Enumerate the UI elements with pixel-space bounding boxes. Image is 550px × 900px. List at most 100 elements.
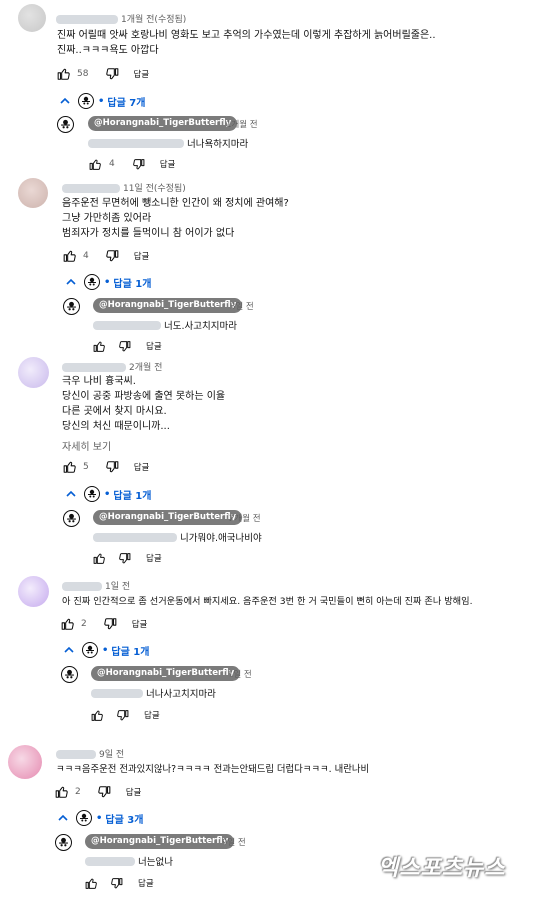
comment-line: ㅋㅋㅋ음주운전 전과있지않나?ㅋㅋㅋㅋ 전과는안돼드립 더럽다ㅋㅋㅋ. 내란나비: [56, 764, 370, 775]
replies-count-label: 답글 1개: [111, 646, 150, 658]
comment-line: 범죄자가 정치를 들먹이니 참 어이가 없다: [62, 228, 235, 239]
comment-time: 1개월 전(수정됨): [121, 15, 187, 25]
blurred-username: [56, 750, 96, 759]
reply-text: 니가뭐야.애국나비야: [93, 530, 262, 544]
like-icon[interactable]: [62, 460, 77, 475]
replies-toggle[interactable]: • 답글 3개: [58, 809, 143, 827]
chevron-up-icon: [64, 646, 74, 653]
like-icon[interactable]: [92, 551, 107, 566]
comment-line: 아 진짜 인간적으로 좀 선거운동에서 빠지세요. 음주운전 3번 한 거 국민…: [62, 596, 473, 607]
comment-actions: 4 답글: [62, 248, 149, 264]
creator-avatar[interactable]: [61, 666, 78, 683]
reply-button[interactable]: 답글: [134, 250, 150, 262]
like-count: 58: [77, 69, 89, 79]
avatar[interactable]: [18, 178, 48, 208]
avatar[interactable]: [18, 357, 49, 388]
chevron-up-icon: [66, 490, 76, 497]
reply-actions: 답글: [92, 338, 162, 354]
like-icon[interactable]: [54, 785, 69, 800]
creator-handle-badge[interactable]: @Horangnabi_TigerButterfly: [88, 116, 238, 131]
dislike-icon[interactable]: [115, 708, 130, 723]
like-icon[interactable]: [88, 157, 103, 172]
like-icon[interactable]: [56, 67, 71, 82]
creator-avatar[interactable]: [57, 116, 74, 133]
replies-count-label: 답글 1개: [113, 490, 152, 502]
reply-button[interactable]: 답글: [133, 68, 149, 80]
dislike-icon[interactable]: [109, 876, 124, 891]
reply-button[interactable]: 답글: [146, 552, 162, 564]
reply-button[interactable]: 답글: [132, 618, 148, 630]
reply-button[interactable]: 답글: [134, 461, 150, 473]
comment-time: 1일 전: [105, 582, 131, 592]
like-icon[interactable]: [84, 876, 99, 891]
dislike-icon[interactable]: [131, 157, 146, 172]
like-icon[interactable]: [60, 617, 75, 632]
reply-time: 9일 전: [222, 838, 246, 848]
comment-line: 당신이 공중 파방송에 출연 못하는 이율: [62, 391, 226, 402]
creator-avatar-icon: [84, 274, 100, 290]
reply-button[interactable]: 답글: [144, 709, 160, 721]
dislike-icon[interactable]: [104, 67, 119, 82]
avatar[interactable]: [18, 4, 46, 32]
replies-toggle[interactable]: • 답글 1개: [66, 273, 151, 291]
like-count: 5: [83, 462, 89, 472]
avatar[interactable]: [8, 745, 42, 779]
comment-meta: 2개월 전: [62, 360, 162, 373]
creator-avatar[interactable]: [63, 298, 80, 315]
reply-text: 너도.사고치지마라: [93, 318, 237, 332]
comment-actions: 58 답글: [56, 66, 149, 82]
comment-time: 11일 전(수정됨): [123, 184, 186, 194]
dislike-icon[interactable]: [97, 785, 112, 800]
like-count: 2: [81, 619, 87, 629]
blurred-username: [62, 363, 126, 372]
dislike-icon[interactable]: [117, 551, 132, 566]
chevron-up-icon: [60, 97, 70, 104]
reply-text: 너는없나: [85, 854, 173, 868]
read-more-link[interactable]: 자세히 보기: [62, 438, 111, 453]
reply-actions: 답글: [92, 550, 162, 566]
reply-time: 3일 전: [230, 302, 254, 312]
reply-text: 너나욕하지마라: [88, 136, 248, 150]
like-icon[interactable]: [90, 708, 105, 723]
reply-time: 1일 전: [228, 670, 252, 680]
news-watermark: 엑스포츠뉴스: [378, 856, 506, 881]
reply-actions: 답글: [90, 707, 160, 723]
replies-count-label: 답글 1개: [113, 278, 152, 290]
creator-avatar-icon: [84, 486, 100, 502]
avatar[interactable]: [18, 576, 49, 607]
dislike-icon[interactable]: [105, 460, 120, 475]
like-icon[interactable]: [62, 249, 77, 264]
comment-line: 당신의 처신 때문이니까...: [62, 421, 170, 432]
blurred-username: [62, 582, 102, 591]
reply-time: 1개월 전: [226, 120, 258, 130]
creator-handle-badge[interactable]: @Horangnabi_TigerButterfly: [93, 298, 243, 313]
reply-button[interactable]: 답글: [160, 158, 176, 170]
comment-meta: 1개월 전(수정됨): [56, 12, 186, 25]
replies-toggle[interactable]: • 답글 7개: [60, 92, 145, 110]
reply-text: 너나사고치지마라: [91, 686, 216, 700]
blurred-username: [62, 184, 120, 193]
creator-handle-badge[interactable]: @Horangnabi_TigerButterfly: [91, 666, 241, 681]
creator-avatar[interactable]: [63, 510, 80, 527]
reply-button[interactable]: 답글: [146, 340, 162, 352]
comment-time: 2개월 전: [129, 363, 163, 373]
replies-toggle[interactable]: • 답글 1개: [64, 641, 149, 659]
creator-avatar-icon: [78, 93, 94, 109]
comment-meta: 11일 전(수정됨): [62, 181, 186, 194]
creator-handle-badge[interactable]: @Horangnabi_TigerButterfly: [85, 834, 235, 849]
reply-button[interactable]: 답글: [138, 877, 154, 889]
comment-line: 그냥 가만히좀 있어라: [62, 213, 152, 224]
dislike-icon[interactable]: [117, 339, 132, 354]
like-icon[interactable]: [92, 339, 107, 354]
blurred-username: [56, 15, 118, 24]
creator-handle-badge[interactable]: @Horangnabi_TigerButterfly: [93, 510, 243, 525]
reply-button[interactable]: 답글: [126, 786, 142, 798]
comment-line: 진짜..ㅋㅋㅋ욕도 아깝다: [57, 45, 159, 56]
replies-count-label: 답글 7개: [107, 97, 146, 109]
dislike-icon[interactable]: [103, 617, 118, 632]
creator-avatar[interactable]: [55, 834, 72, 851]
replies-toggle[interactable]: • 답글 1개: [66, 485, 151, 503]
dislike-icon[interactable]: [105, 249, 120, 264]
comment-line: 다른 곳에서 찾지 마시요.: [62, 406, 167, 417]
reply-time: 2개월 전: [229, 514, 261, 524]
